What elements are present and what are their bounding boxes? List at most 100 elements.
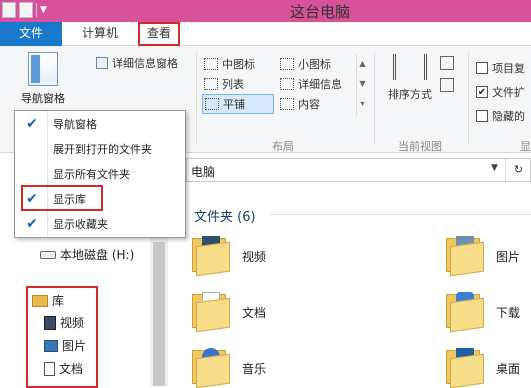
hidden-items-label: 隐藏的 (492, 110, 525, 123)
sort-icon (393, 54, 427, 80)
nav-library-videos-label: 视频 (60, 316, 85, 330)
layout-details[interactable]: 详细信息 (278, 74, 354, 94)
folder-music-label[interactable]: 音乐 (242, 360, 266, 377)
layout-list[interactable]: 列表 (202, 74, 274, 94)
layout-options-right: 小图标 详细信息 内容 (278, 54, 354, 114)
folder-downloads-label[interactable]: 下载 (496, 304, 520, 321)
tiles-icon (205, 98, 219, 110)
navigation-pane-button[interactable]: 导航窗格 (16, 52, 70, 110)
nav-libraries[interactable]: 库 (32, 292, 64, 309)
navigation-pane-icon (28, 52, 58, 86)
nav-library-pictures[interactable]: 图片 (44, 337, 86, 354)
nav-local-disk-h[interactable]: 本地磁盘 (H:) (40, 246, 134, 263)
address-text: 电脑 (191, 165, 216, 179)
layout-content-label: 内容 (298, 98, 320, 111)
menu-item-label: 显示收藏夹 (53, 217, 108, 231)
folder-desktop-label[interactable]: 桌面 (496, 360, 520, 377)
expand-gallery-icon[interactable]: ▾ (357, 94, 368, 114)
list-icon (204, 78, 218, 90)
sort-by-button[interactable]: 排序方式 (380, 54, 440, 102)
add-columns-icon[interactable] (440, 78, 454, 92)
library-icon (32, 294, 48, 307)
document-library-icon (44, 361, 55, 376)
window-title: 这台电脑 (290, 3, 351, 21)
scroll-down-icon[interactable]: ▼ (357, 74, 368, 94)
nav-local-disk-label: 本地磁盘 (H:) (60, 248, 135, 262)
quick-access-toolbar: ▼ (2, 2, 47, 18)
layout-tiles[interactable]: 平铺 (202, 94, 274, 114)
current-view-buttons (440, 56, 460, 100)
layout-content[interactable]: 内容 (278, 94, 354, 114)
folder-pictures-label[interactable]: 图片 (496, 248, 520, 265)
nav-library-pictures-label: 图片 (62, 339, 87, 353)
checkmark-icon: ✔ (26, 115, 38, 132)
folder-videos-icon[interactable] (192, 232, 232, 277)
folder-documents-icon[interactable] (192, 288, 232, 333)
tab-computer[interactable]: 计算机 (72, 22, 128, 46)
new-folder-icon[interactable] (19, 2, 33, 18)
hidden-items-checkbox[interactable] (476, 110, 488, 122)
folder-music-icon[interactable] (192, 344, 232, 388)
navigation-pane-menu: ✔ 导航窗格 展开到打开的文件夹 显示所有文件夹 ✔ 显示库 ✔ 显示收藏夹 (14, 110, 186, 238)
scrollbar-thumb[interactable] (153, 242, 165, 386)
scroll-up-icon[interactable]: ▲ (357, 54, 368, 74)
navigation-pane-label: 导航窗格 (21, 92, 65, 105)
layout-list-label: 列表 (222, 78, 244, 91)
ribbon-tabs: 文件 计算机 查看 (0, 22, 531, 46)
folder-documents-label[interactable]: 文档 (242, 304, 266, 321)
menu-item-label: 显示所有文件夹 (53, 167, 130, 181)
item-checkbox-label: 项目复 (492, 62, 525, 75)
refresh-icon[interactable]: ↻ (505, 159, 531, 181)
menu-item-show-all-folders[interactable]: 显示所有文件夹 (15, 161, 185, 186)
toolbar-separator (36, 3, 37, 17)
menu-item-expand-to-open-folder[interactable]: 展开到打开的文件夹 (15, 136, 185, 161)
folders-section-header[interactable]: 文件夹 (6) (194, 206, 256, 225)
layout-small-icons[interactable]: 小图标 (278, 54, 354, 74)
small-icons-icon (280, 58, 294, 70)
details-pane-button[interactable]: 详细信息窗格 (96, 55, 178, 71)
layout-gallery-scroll[interactable]: ▲ ▼ ▾ (356, 54, 368, 116)
details-pane-label: 详细信息窗格 (112, 57, 178, 70)
ribbon-separator (374, 52, 375, 144)
tab-view[interactable]: 查看 (138, 22, 180, 46)
group-by-icon[interactable] (440, 56, 454, 70)
menu-item-label: 展开到打开的文件夹 (53, 142, 152, 156)
layout-details-label: 详细信息 (298, 78, 342, 91)
sort-by-label: 排序方式 (388, 88, 432, 101)
folder-videos-label[interactable]: 视频 (242, 248, 266, 265)
address-history-icon[interactable]: ▼ (491, 163, 498, 173)
layout-medium-icons[interactable]: 中图标 (202, 54, 274, 74)
folder-pictures-icon[interactable] (446, 232, 486, 277)
nav-library-videos[interactable]: 视频 (44, 314, 84, 331)
details-icon (280, 78, 294, 90)
drive-icon (40, 250, 56, 259)
show-hide-options: 项目复 ✔ 文件扩 隐藏的 (476, 56, 531, 128)
nav-libraries-label: 库 (52, 294, 65, 308)
folder-downloads-icon[interactable] (446, 288, 486, 333)
address-bar[interactable]: 电脑 ▼ ↻ (186, 158, 531, 182)
file-extensions-label: 文件扩 (492, 86, 525, 99)
checkmark-icon: ✔ (26, 215, 38, 232)
ribbon-separator (196, 52, 197, 144)
nav-library-documents[interactable]: 文档 (44, 360, 83, 377)
layout-small-icons-label: 小图标 (298, 58, 331, 71)
menu-item-navigation-pane[interactable]: ✔ 导航窗格 (15, 111, 185, 136)
tab-file[interactable]: 文件 (0, 22, 62, 46)
menu-item-label: 导航窗格 (53, 117, 97, 131)
properties-icon[interactable] (2, 2, 16, 18)
ribbon-separator (468, 52, 469, 144)
layout-group-label: 布局 (272, 140, 294, 153)
item-checkbox[interactable] (476, 62, 488, 74)
layout-medium-icons-label: 中图标 (222, 58, 255, 71)
file-extensions-checkbox[interactable]: ✔ (476, 86, 488, 98)
title-bar: ▼ 这台电脑 (0, 0, 531, 22)
medium-icons-icon (204, 58, 218, 70)
file-extensions-option[interactable]: ✔ 文件扩 (476, 80, 531, 104)
hidden-items-option[interactable]: 隐藏的 (476, 104, 531, 128)
folder-desktop-icon[interactable] (446, 344, 486, 388)
customize-toolbar-icon[interactable]: ▼ (40, 5, 47, 15)
menu-item-show-favorites[interactable]: ✔ 显示收藏夹 (15, 211, 185, 236)
section-divider (270, 214, 531, 215)
details-pane-icon (96, 57, 108, 69)
item-checkbox-option[interactable]: 项目复 (476, 56, 531, 80)
